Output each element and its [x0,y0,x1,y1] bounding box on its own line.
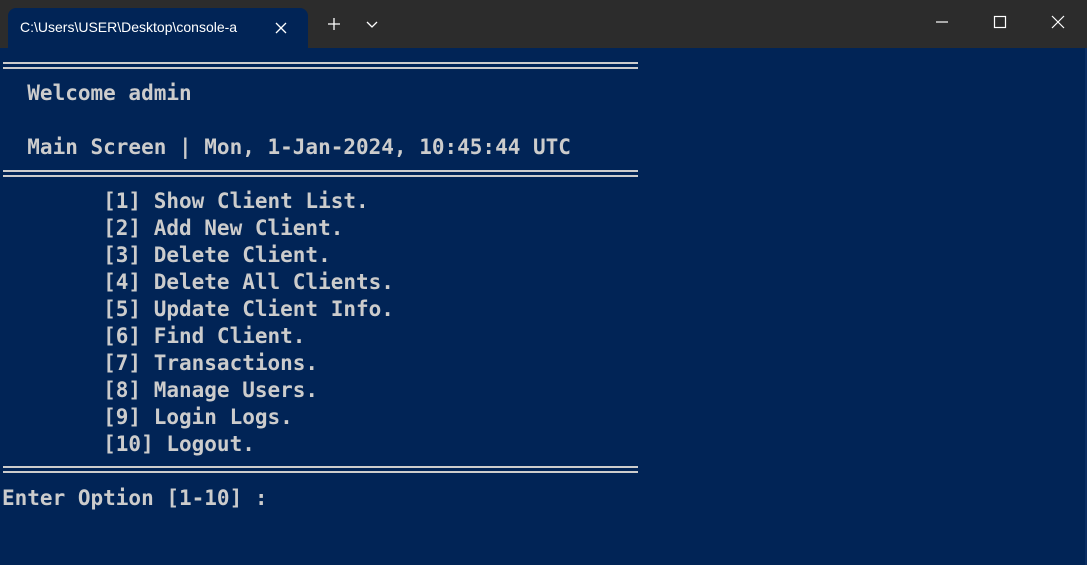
screen-info: Main Screen | Mon, 1-Jan-2024, 10:45:44 … [2,135,571,159]
menu-item: [4] Delete All Clients. [2,270,394,294]
menu-item: [10] Logout. [2,432,255,456]
menu-item: [9] Login Logs. [2,405,293,429]
title-bar: C:\Users\USER\Desktop\console-a [0,0,1087,48]
menu-item: [1] Show Client List. [2,189,369,213]
console-output[interactable]: Welcome admin Main Screen | Mon, 1-Jan-2… [0,48,1087,565]
menu-item: [7] Transactions. [2,351,319,375]
input-prompt[interactable]: Enter Option [1-10] : [2,485,280,512]
welcome-text: Welcome admin [2,81,192,105]
minimize-icon[interactable] [913,0,971,44]
menu-item: [8] Manage Users. [2,378,319,402]
terminal-tab[interactable]: C:\Users\USER\Desktop\console-a [8,8,308,48]
chevron-down-icon[interactable] [362,14,382,34]
maximize-icon[interactable] [971,0,1029,44]
tab-title: C:\Users\USER\Desktop\console-a [20,19,238,35]
close-icon[interactable] [270,18,292,38]
separator-line [3,170,638,177]
menu-item: [3] Delete Client. [2,243,331,267]
separator-line [3,62,638,69]
plus-icon[interactable] [324,14,344,34]
menu-item: [2] Add New Client. [2,216,344,240]
menu-item: [6] Find Client. [2,324,306,348]
menu-item: [5] Update Client Info. [2,297,394,321]
close-icon[interactable] [1029,0,1087,44]
separator-line [3,466,638,473]
